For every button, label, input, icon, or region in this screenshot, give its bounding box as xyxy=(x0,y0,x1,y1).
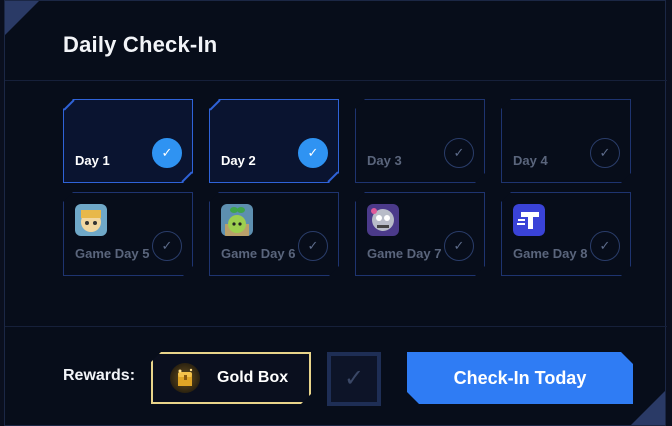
game-day-card-5[interactable]: Game Day 5 ✓ xyxy=(63,192,193,276)
game-day-card-8[interactable]: Game Day 8 ✓ xyxy=(501,192,631,276)
checkmark-icon: ✓ xyxy=(298,138,328,168)
divider-top xyxy=(5,80,667,81)
game-day-card-6[interactable]: Game Day 6 ✓ xyxy=(209,192,339,276)
checkmark-icon: ✓ xyxy=(152,138,182,168)
checkmark-icon: ✓ xyxy=(298,231,328,261)
game-icon-robot xyxy=(367,204,399,236)
confirm-checkbox[interactable]: ✓ xyxy=(327,352,381,406)
gold-box-reward[interactable]: Gold Box xyxy=(151,352,311,404)
gold-box-label: Gold Box xyxy=(217,369,289,386)
checkmark-icon: ✓ xyxy=(152,231,182,261)
treasure-chest-icon xyxy=(170,363,200,393)
checkmark-icon: ✓ xyxy=(590,138,620,168)
divider-bottom xyxy=(5,326,667,327)
day-label: Day 1 xyxy=(75,153,110,168)
game-day-label: Game Day 6 xyxy=(221,246,296,261)
day-label: Day 4 xyxy=(513,153,548,168)
checkmark-icon: ✓ xyxy=(444,231,474,261)
day-card-1[interactable]: Day 1 ✓ xyxy=(63,99,193,183)
rewards-label: Rewards: xyxy=(63,367,136,384)
game-day-label: Game Day 7 xyxy=(367,246,442,261)
game-icon-sprout xyxy=(221,204,253,236)
check-in-today-button[interactable]: Check-In Today xyxy=(407,352,633,404)
corner-decoration-bottom-right xyxy=(631,391,665,425)
game-day-label: Game Day 8 xyxy=(513,246,588,261)
day-card-2[interactable]: Day 2 ✓ xyxy=(209,99,339,183)
day-card-3[interactable]: Day 3 ✓ xyxy=(355,99,485,183)
day-label: Day 3 xyxy=(367,153,402,168)
game-icon-t-logo xyxy=(513,204,545,236)
checkmark-icon: ✓ xyxy=(444,138,474,168)
corner-decoration-top-left xyxy=(5,1,39,35)
day-label: Day 2 xyxy=(221,153,256,168)
page-title: Daily Check-In xyxy=(63,32,218,57)
day-card-4[interactable]: Day 4 ✓ xyxy=(501,99,631,183)
game-day-label: Game Day 5 xyxy=(75,246,150,261)
game-icon-girl xyxy=(75,204,107,236)
game-day-card-7[interactable]: Game Day 7 ✓ xyxy=(355,192,485,276)
checkmark-icon: ✓ xyxy=(590,231,620,261)
